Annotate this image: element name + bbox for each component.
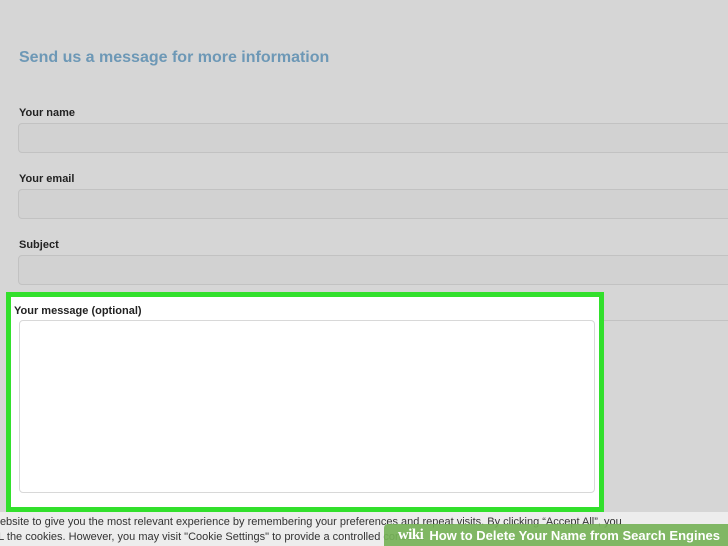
contact-form-page: Send us a message for more information Y… bbox=[0, 0, 728, 546]
subject-label: Subject bbox=[19, 239, 59, 251]
email-label: Your email bbox=[19, 173, 75, 185]
watermark-title: How to Delete Your Name from Search Engi… bbox=[429, 527, 720, 543]
wikihow-logo: wiki bbox=[397, 526, 424, 543]
name-input[interactable] bbox=[18, 123, 728, 153]
subject-input[interactable] bbox=[18, 255, 728, 285]
message-label: Your message (optional) bbox=[14, 305, 142, 317]
message-right-background bbox=[604, 320, 728, 493]
cookie-text-line-2: LL the cookies. However, you may visit "… bbox=[0, 531, 425, 543]
name-label: Your name bbox=[19, 107, 76, 119]
email-input[interactable] bbox=[18, 189, 728, 219]
form-title: Send us a message for more information bbox=[19, 49, 330, 66]
message-textarea[interactable] bbox=[19, 320, 595, 493]
wikihow-watermark: wiki How to Delete Your Name from Search… bbox=[383, 524, 728, 546]
